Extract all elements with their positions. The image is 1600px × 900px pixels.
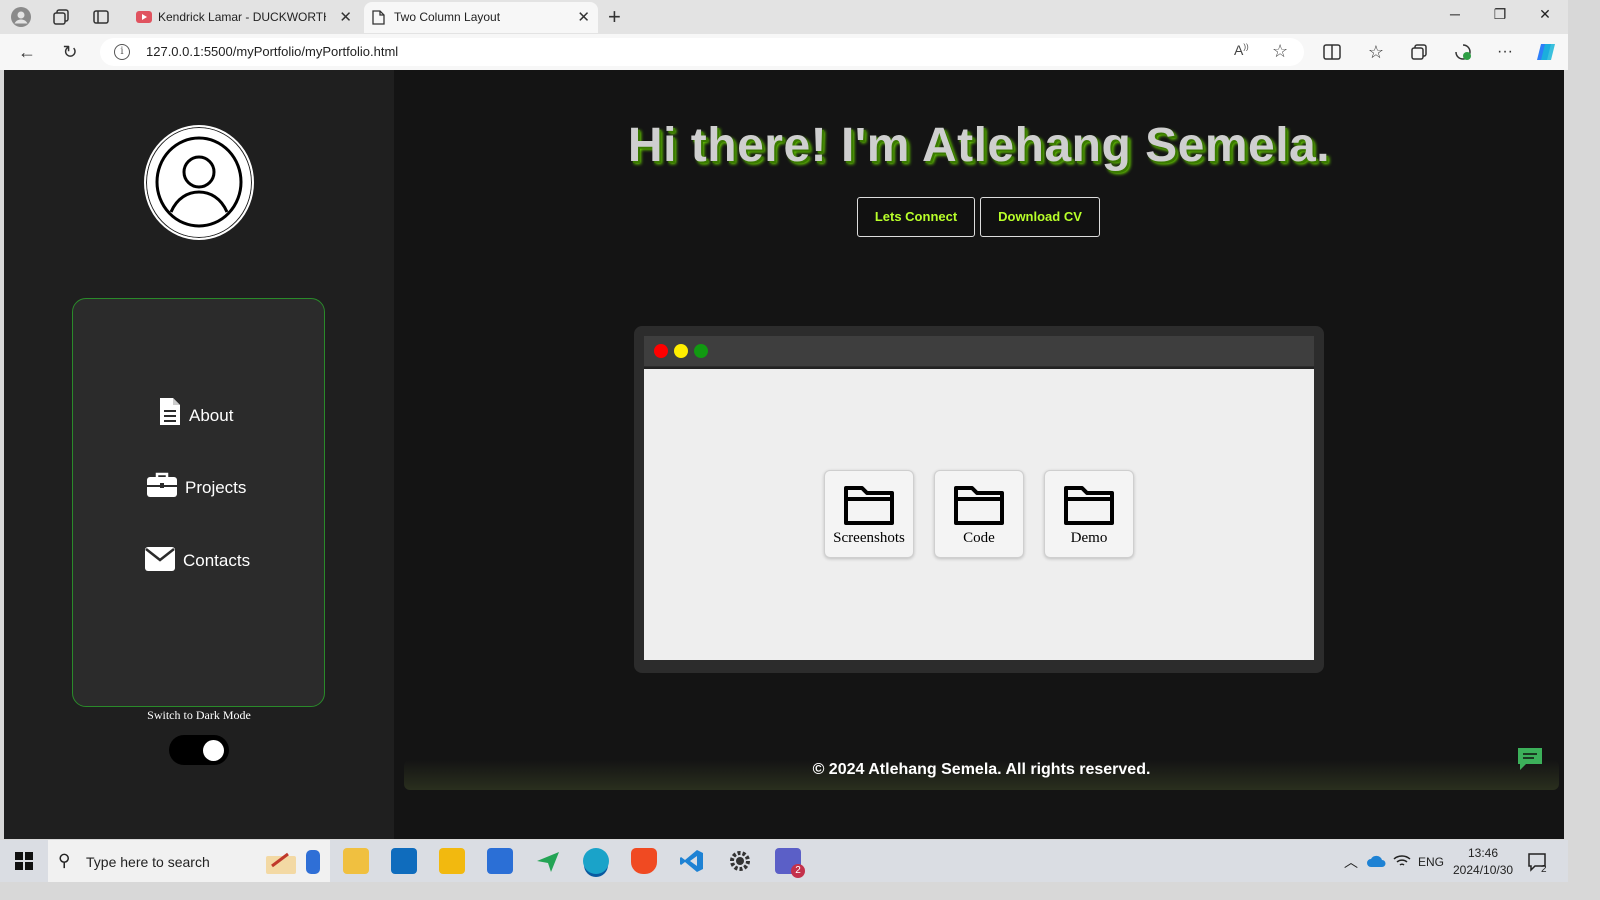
copilot-icon[interactable]	[1535, 41, 1557, 63]
tab-label: Two Column Layout	[394, 10, 501, 24]
restore-icon[interactable]: ❐	[1485, 6, 1515, 23]
search-icon: ⚲	[58, 851, 71, 870]
browser-toolbar: ← ↻ i 127.0.0.1:5500/myPortfolio/myPortf…	[0, 34, 1568, 70]
minimize-dot-icon	[674, 344, 688, 358]
collections-icon[interactable]	[1408, 41, 1430, 63]
refresh-icon[interactable]: ↻	[59, 41, 81, 63]
profile-icon[interactable]	[11, 7, 31, 27]
folder-code[interactable]: Code	[934, 470, 1024, 558]
nav-card: About Projects Contacts	[72, 298, 325, 707]
maximize-dot-icon	[694, 344, 708, 358]
search-input[interactable]: Type here to search	[86, 854, 210, 870]
taskbar: ⚲ Type here to search 2 ︿ ENG 13:46 2024…	[0, 840, 1568, 882]
folder-label: Code	[963, 530, 995, 546]
nav-label-contacts: Contacts	[183, 551, 251, 570]
chat-icon[interactable]	[1516, 746, 1544, 772]
nav-item-projects[interactable]: Projects	[147, 471, 246, 498]
close-dot-icon	[654, 344, 668, 358]
app-arrow-icon[interactable]	[535, 848, 561, 874]
site-info-icon[interactable]: i	[114, 44, 130, 60]
briefcase-icon	[147, 472, 177, 497]
nav-label-projects: Projects	[185, 478, 247, 497]
avatar	[144, 125, 254, 240]
address-bar[interactable]: i 127.0.0.1:5500/myPortfolio/myPortfolio…	[100, 38, 1304, 66]
power-bi-icon[interactable]	[439, 848, 465, 874]
nav-item-about[interactable]: About	[159, 397, 233, 426]
workspaces-icon[interactable]	[51, 7, 71, 27]
brave-icon[interactable]	[631, 848, 657, 874]
close-tab-icon[interactable]: ✕	[339, 8, 352, 26]
back-icon[interactable]: ←	[16, 41, 38, 63]
page-title: Hi there! I'm Atlehang Semela.	[627, 119, 1331, 172]
folder-label: Screenshots	[833, 530, 905, 546]
wifi-icon[interactable]	[1393, 854, 1411, 868]
minimize-icon[interactable]: ─	[1440, 6, 1470, 22]
close-window-icon[interactable]: ✕	[1530, 6, 1560, 23]
dark-mode-label: Switch to Dark Mode	[147, 708, 251, 722]
new-tab-icon[interactable]: +	[608, 4, 621, 30]
favorites-icon[interactable]: ☆	[1365, 41, 1387, 63]
window-titlebar	[644, 336, 1314, 366]
split-screen-icon[interactable]	[1321, 41, 1343, 63]
windows-start-icon[interactable]	[15, 852, 33, 870]
tab-two-column-layout[interactable]: Two Column Layout ✕	[364, 2, 598, 33]
browser-essentials-icon[interactable]	[1452, 41, 1474, 63]
folder-label: Demo	[1070, 530, 1108, 546]
tab-actions-icon[interactable]	[91, 7, 111, 27]
notification-badge: 2	[1541, 864, 1547, 875]
folder-icon	[1064, 486, 1114, 525]
outlook-icon[interactable]	[391, 848, 417, 874]
folder-demo[interactable]: Demo	[1044, 470, 1134, 558]
nav-item-contacts[interactable]: Contacts	[145, 547, 250, 571]
tab-label: Kendrick Lamar - DUCKWORTH. (	[158, 10, 326, 24]
footer: © 2024 Atlehang Semela. All rights reser…	[404, 760, 1559, 790]
search-highlight-icon	[266, 850, 320, 874]
envelope-icon	[145, 547, 175, 571]
url-text[interactable]: 127.0.0.1:5500/myPortfolio/myPortfolio.h…	[146, 44, 398, 59]
page-icon	[372, 10, 385, 25]
sidebar: About Projects Contacts Switch to Dark M…	[4, 70, 394, 839]
more-options-icon[interactable]: ···	[1494, 41, 1516, 63]
dark-mode-toggle[interactable]	[169, 735, 229, 765]
show-hidden-icons-icon[interactable]: ︿	[1344, 852, 1358, 872]
tab-youtube[interactable]: Kendrick Lamar - DUCKWORTH. ( ✕	[128, 2, 360, 33]
lets-connect-button[interactable]: Lets Connect	[857, 197, 975, 237]
toggle-knob	[203, 740, 224, 761]
read-aloud-icon[interactable]: A))	[1234, 42, 1249, 58]
window-body: Screenshots Code Demo	[644, 367, 1314, 660]
folder-icon	[954, 486, 1004, 525]
taskbar-search[interactable]: ⚲ Type here to search	[48, 840, 330, 882]
mock-window: Screenshots Code Demo	[634, 326, 1324, 673]
teams-icon[interactable]: 2	[775, 848, 805, 878]
download-cv-button[interactable]: Download CV	[980, 197, 1100, 237]
teams-badge: 2	[791, 864, 805, 878]
clock-date[interactable]: 2024/10/30	[1453, 863, 1513, 877]
folder-screenshots[interactable]: Screenshots	[824, 470, 914, 558]
youtube-icon	[136, 11, 152, 23]
main-content: Hi there! I'm Atlehang Semela. Lets Conn…	[394, 70, 1564, 839]
document-icon	[160, 398, 180, 425]
browser-titlebar: Kendrick Lamar - DUCKWORTH. ( ✕ Two Colu…	[0, 0, 1568, 34]
page-viewport: About Projects Contacts Switch to Dark M…	[4, 70, 1564, 839]
edge-icon[interactable]	[583, 848, 609, 874]
user-avatar-icon	[155, 136, 243, 228]
settings-gear-icon[interactable]	[727, 848, 753, 874]
close-tab-icon[interactable]: ✕	[577, 8, 590, 26]
favorite-star-icon[interactable]: ☆	[1272, 41, 1288, 62]
onedrive-icon[interactable]	[1367, 854, 1387, 868]
language-indicator[interactable]: ENG	[1418, 855, 1444, 869]
vscode-icon[interactable]	[679, 848, 705, 874]
nav-label-about: About	[189, 406, 234, 425]
microsoft-store-icon[interactable]	[487, 848, 513, 874]
clock-time[interactable]: 13:46	[1468, 846, 1498, 860]
folder-icon	[844, 486, 894, 525]
file-explorer-icon[interactable]	[343, 848, 369, 874]
